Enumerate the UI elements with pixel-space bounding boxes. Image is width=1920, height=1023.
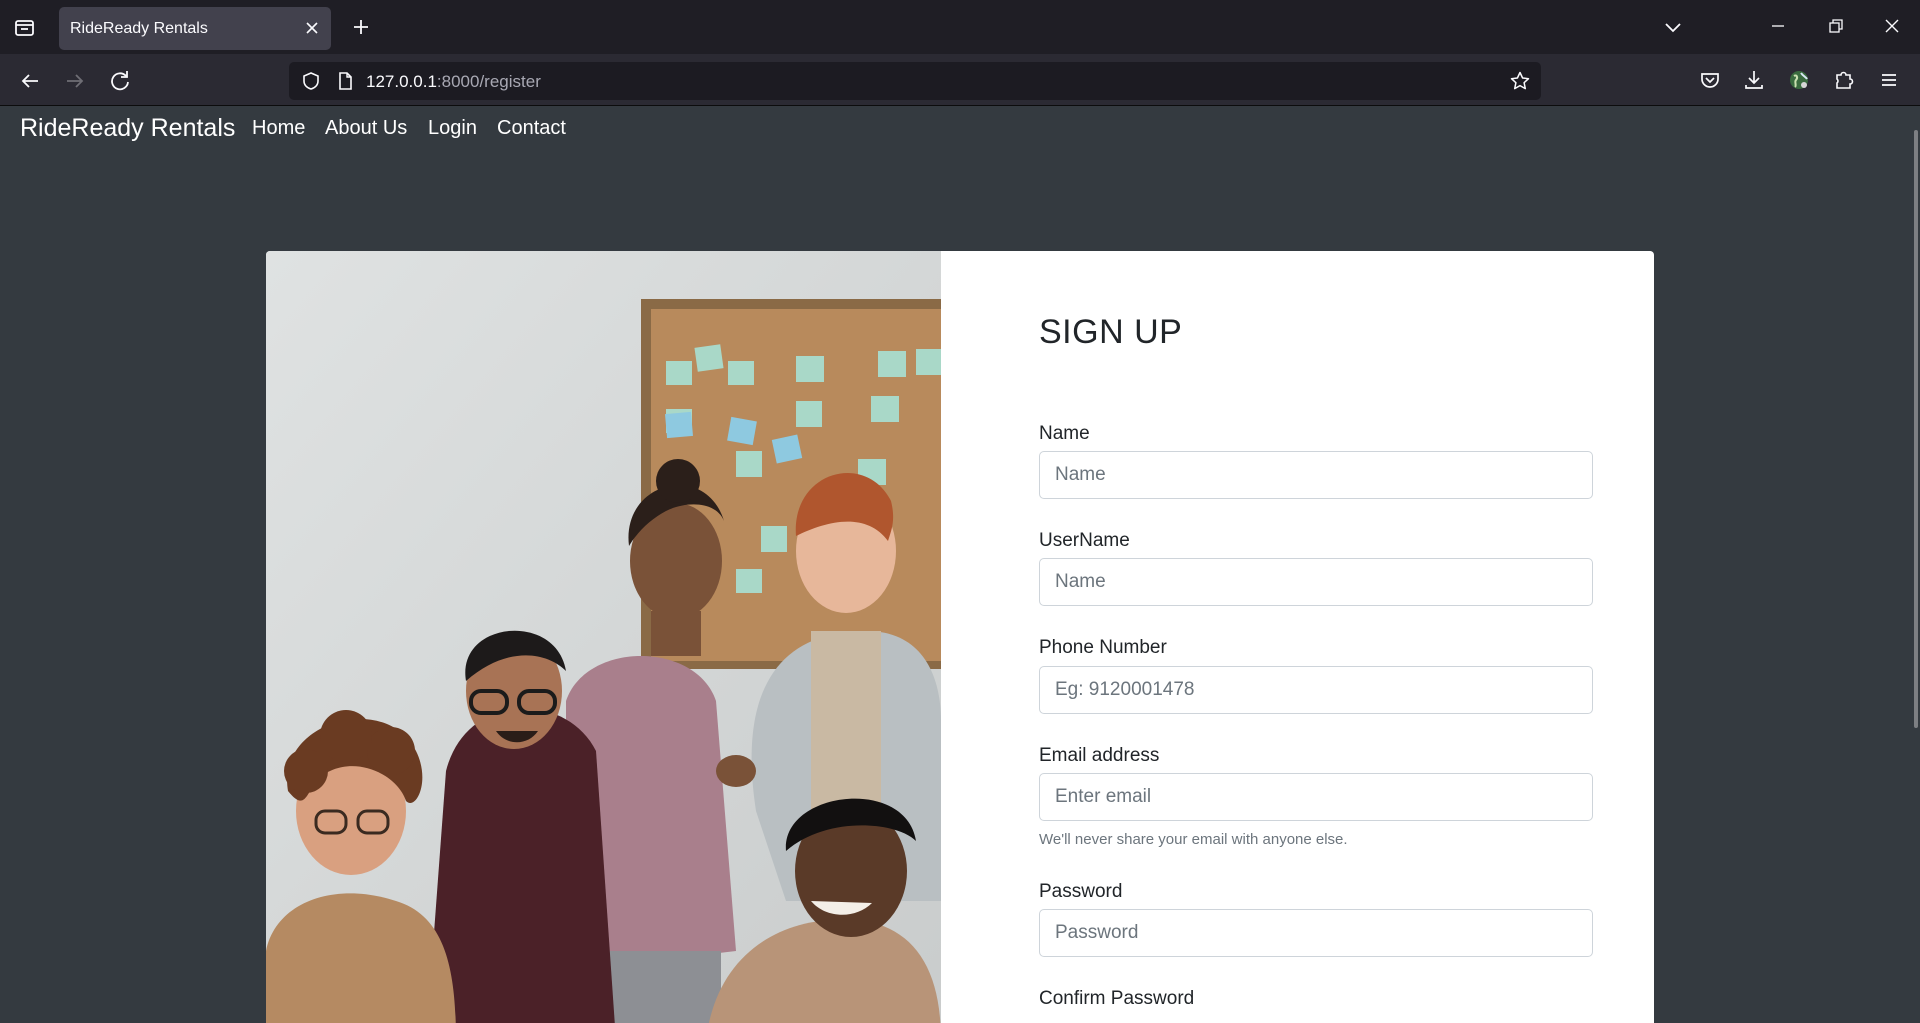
- page-viewport: RideReady Rentals Home About Us Login Co…: [0, 106, 1920, 1023]
- username-label: UserName: [1039, 530, 1130, 551]
- globe-avatar-icon[interactable]: [1785, 66, 1813, 94]
- phone-input[interactable]: [1039, 666, 1593, 714]
- page-title: SIGN UP: [1039, 313, 1183, 351]
- url-path: :8000/register: [436, 72, 541, 91]
- nav-link-contact[interactable]: Contact: [497, 117, 566, 140]
- tab-list-icon[interactable]: [10, 14, 40, 42]
- url-host: 127.0.0.1: [366, 72, 437, 91]
- site-brand[interactable]: RideReady Rentals: [20, 114, 235, 143]
- password-input[interactable]: [1039, 909, 1593, 957]
- shield-icon[interactable]: [300, 70, 322, 92]
- name-label: Name: [1039, 423, 1090, 444]
- plus-icon[interactable]: [348, 13, 374, 41]
- restore-icon[interactable]: [1822, 12, 1848, 40]
- star-icon[interactable]: [1509, 70, 1531, 92]
- phone-label: Phone Number: [1039, 637, 1167, 658]
- name-input[interactable]: [1039, 451, 1593, 499]
- nav-link-home[interactable]: Home: [252, 117, 305, 140]
- team-photo: [266, 251, 941, 1023]
- signup-card: SIGN UP Name UserName Phone Number Email…: [266, 251, 1654, 1023]
- close-icon[interactable]: [301, 17, 323, 39]
- chevron-down-icon[interactable]: [1660, 13, 1686, 41]
- scrollbar-thumb[interactable]: [1914, 130, 1918, 728]
- email-label: Email address: [1039, 745, 1160, 766]
- browser-tab-strip: RideReady Rentals: [0, 0, 1920, 54]
- download-icon[interactable]: [1740, 66, 1768, 94]
- email-input[interactable]: [1039, 773, 1593, 821]
- site-navbar: RideReady Rentals Home About Us Login Co…: [0, 106, 1900, 150]
- confirm-password-label: Confirm Password: [1039, 988, 1195, 1009]
- minimize-icon[interactable]: [1765, 12, 1791, 40]
- email-help-text: We'll never share your email with anyone…: [1039, 831, 1348, 848]
- nav-link-about[interactable]: About Us: [325, 117, 407, 140]
- tab-title: RideReady Rentals: [70, 20, 208, 37]
- address-bar[interactable]: 127.0.0.1:8000/register: [289, 62, 1541, 100]
- username-input[interactable]: [1039, 558, 1593, 606]
- arrow-left-icon[interactable]: [15, 66, 45, 96]
- browser-tab-active[interactable]: RideReady Rentals: [59, 7, 331, 50]
- puzzle-icon[interactable]: [1830, 66, 1858, 94]
- password-label: Password: [1039, 881, 1123, 902]
- url-text[interactable]: 127.0.0.1:8000/register: [366, 72, 541, 92]
- window-close-icon[interactable]: [1879, 12, 1905, 40]
- pocket-icon[interactable]: [1696, 66, 1724, 94]
- arrow-right-icon[interactable]: [60, 66, 90, 96]
- reload-icon[interactable]: [105, 66, 135, 96]
- hamburger-icon[interactable]: [1875, 66, 1903, 94]
- browser-toolbar: 127.0.0.1:8000/register: [0, 54, 1920, 106]
- page-icon[interactable]: [335, 70, 355, 92]
- nav-link-login[interactable]: Login: [428, 117, 477, 140]
